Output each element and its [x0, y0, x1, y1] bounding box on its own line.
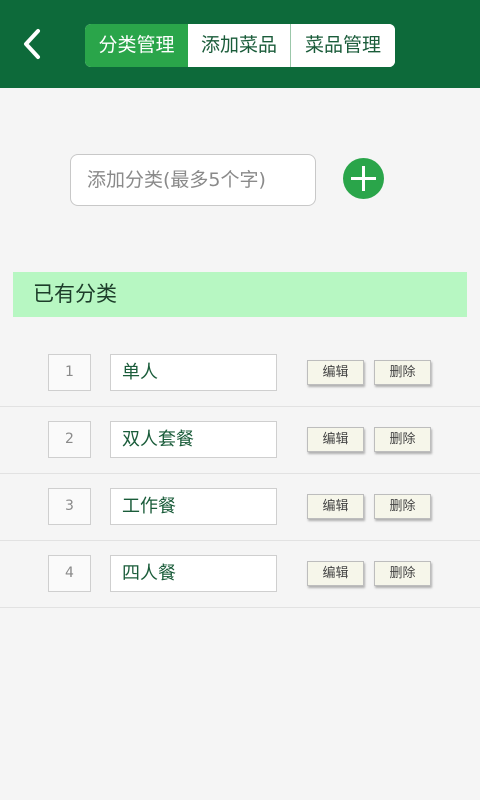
add-category-button[interactable] — [343, 158, 384, 199]
tab-add-dish[interactable]: 添加菜品 — [188, 24, 291, 67]
category-row: 2 双人套餐 编辑 删除 — [0, 407, 480, 474]
category-name-field[interactable]: 单人 — [110, 354, 277, 391]
edit-button[interactable]: 编辑 — [307, 360, 364, 385]
section-title: 已有分类 — [33, 282, 117, 306]
edit-button[interactable]: 编辑 — [307, 427, 364, 452]
tab-category-management[interactable]: 分类管理 — [85, 24, 188, 67]
category-name-field[interactable]: 工作餐 — [110, 488, 277, 525]
category-index: 4 — [48, 555, 91, 592]
existing-categories-header: 已有分类 — [13, 272, 467, 317]
category-row: 3 工作餐 编辑 删除 — [0, 474, 480, 541]
category-row: 1 单人 编辑 删除 — [0, 340, 480, 407]
category-index: 2 — [48, 421, 91, 458]
delete-button[interactable]: 删除 — [374, 494, 431, 519]
delete-button[interactable]: 删除 — [374, 561, 431, 586]
delete-button[interactable]: 删除 — [374, 427, 431, 452]
tab-bar: 分类管理 添加菜品 菜品管理 — [85, 24, 395, 67]
add-category-input[interactable] — [70, 154, 316, 206]
chevron-left-icon — [24, 29, 40, 59]
edit-button[interactable]: 编辑 — [307, 561, 364, 586]
category-row: 4 四人餐 编辑 删除 — [0, 541, 480, 608]
category-index: 1 — [48, 354, 91, 391]
app-header: 分类管理 添加菜品 菜品管理 — [0, 0, 480, 88]
edit-button[interactable]: 编辑 — [307, 494, 364, 519]
back-button[interactable] — [14, 26, 50, 62]
plus-icon — [351, 166, 376, 191]
delete-button[interactable]: 删除 — [374, 360, 431, 385]
category-index: 3 — [48, 488, 91, 525]
tab-dish-management[interactable]: 菜品管理 — [291, 24, 395, 67]
category-name-field[interactable]: 四人餐 — [110, 555, 277, 592]
category-name-field[interactable]: 双人套餐 — [110, 421, 277, 458]
